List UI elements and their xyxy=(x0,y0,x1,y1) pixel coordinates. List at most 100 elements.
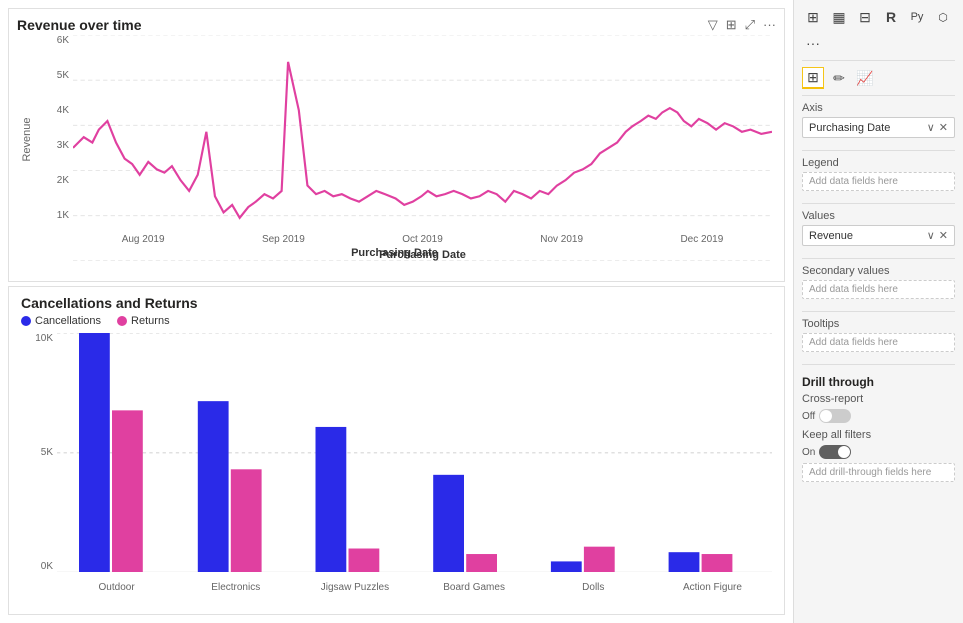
x-axis-label: Purchasing Date xyxy=(73,249,772,261)
y-axis-label: Revenue xyxy=(17,35,37,245)
more-tools-icon[interactable]: ··· xyxy=(802,32,824,54)
bar-chart-area: 10K 5K 0K xyxy=(21,333,772,592)
fields-tab-icon[interactable]: ⊞ xyxy=(802,67,824,89)
analytics-tab-icon[interactable]: 📈 xyxy=(854,67,876,89)
x-tick-aug: Aug 2019 xyxy=(122,234,165,245)
focus-icon[interactable]: ⊞ xyxy=(726,17,737,33)
cross-report-toggle-off-label: Off xyxy=(802,411,815,422)
x-axis: Aug 2019 Sep 2019 Oct 2019 Nov 2019 Dec … xyxy=(73,234,772,245)
cross-report-toggle-container: Off xyxy=(802,409,955,423)
y-tick-1k: 1K xyxy=(57,210,69,221)
toolbar-row2: ⊞ ✏ 📈 xyxy=(802,67,955,96)
values-section: Values Revenue ∨ ✕ xyxy=(802,210,955,246)
bar-x-electronics: Electronics xyxy=(176,582,295,593)
legend-label-returns: Returns xyxy=(131,315,170,327)
cross-report-row: Cross-report xyxy=(802,393,955,405)
secondary-values-section: Secondary values Add data fields here xyxy=(802,265,955,299)
bar-y-ticks: 10K 5K 0K xyxy=(21,333,57,592)
bar-x-outdoor: Outdoor xyxy=(57,582,176,593)
bar-x-jigsaw: Jigsaw Puzzles xyxy=(295,582,414,593)
axis-field-value: Purchasing Date xyxy=(809,122,890,134)
keep-filters-row: Keep all filters xyxy=(802,429,955,441)
keep-filters-toggle-on-label: On xyxy=(802,447,815,458)
legend-cancellations: Cancellations xyxy=(21,315,101,327)
y-tick-4k: 4K xyxy=(57,105,69,116)
bar-chart-panel: Cancellations and Returns Cancellations … xyxy=(8,286,785,615)
line-chart-inner: 6K 5K 4K 3K 2K 1K xyxy=(37,35,772,245)
tooltips-label: Tooltips xyxy=(802,318,955,330)
table-icon[interactable]: ▦ xyxy=(828,6,850,28)
axis-label: Axis xyxy=(802,102,955,114)
main-content: Revenue over time ▽ ⊞ ⤢ ··· Revenue 6K 5… xyxy=(0,0,793,623)
bar-x-dolls: Dolls xyxy=(534,582,653,593)
values-label: Values xyxy=(802,210,955,222)
drill-through-title: Drill through xyxy=(802,375,955,389)
bar-chart-svg xyxy=(57,333,772,572)
keep-filters-knob xyxy=(838,446,850,458)
axis-field-icons: ∨ ✕ xyxy=(927,121,948,134)
x-tick-dec: Dec 2019 xyxy=(680,234,723,245)
more-icon[interactable]: ··· xyxy=(763,17,776,33)
toolbar-row1: ⊞ ▦ ⊟ R Py ⬡ ··· xyxy=(802,6,955,61)
y-tick-3k: 3K xyxy=(57,140,69,151)
fields-icon[interactable]: ⊞ xyxy=(802,6,824,28)
legend-label: Legend xyxy=(802,157,955,169)
r-icon[interactable]: R xyxy=(880,6,902,28)
cross-report-toggle[interactable] xyxy=(819,409,851,423)
y-ticks: 6K 5K 4K 3K 2K 1K xyxy=(37,35,73,221)
legend-dot-returns xyxy=(117,316,127,326)
x-tick-sep: Sep 2019 xyxy=(262,234,305,245)
axis-field[interactable]: Purchasing Date ∨ ✕ xyxy=(802,117,955,138)
x-tick-nov: Nov 2019 xyxy=(540,234,583,245)
expand-icon[interactable]: ⤢ xyxy=(745,17,755,33)
chart-icon-row: ▽ ⊞ ⤢ ··· xyxy=(708,17,776,33)
drill-through-empty[interactable]: Add drill-through fields here xyxy=(802,463,955,482)
bar-x-actionfigure: Action Figure xyxy=(653,582,772,593)
keep-filters-toggle-container: On xyxy=(802,445,955,459)
cross-report-label: Cross-report xyxy=(802,393,863,405)
matrix-icon[interactable]: ⊟ xyxy=(854,6,876,28)
bar-chart-inner: Outdoor Electronics Jigsaw Puzzles Board… xyxy=(57,333,772,592)
y-tick-2k: 2K xyxy=(57,175,69,186)
values-field[interactable]: Revenue ∨ ✕ xyxy=(802,225,955,246)
axis-section: Axis Purchasing Date ∨ ✕ xyxy=(802,102,955,138)
py-icon[interactable]: Py xyxy=(906,6,928,28)
expand-field-icon[interactable]: ∨ xyxy=(927,121,935,134)
keep-filters-toggle[interactable] xyxy=(819,445,851,459)
keep-filters-label: Keep all filters xyxy=(802,429,871,441)
bar-x-axis: Outdoor Electronics Jigsaw Puzzles Board… xyxy=(57,577,772,597)
legend-label-cancellations: Cancellations xyxy=(35,315,101,327)
legend-section: Legend Add data fields here xyxy=(802,157,955,191)
remove-field-icon[interactable]: ✕ xyxy=(939,121,948,134)
remove-values-icon[interactable]: ✕ xyxy=(939,229,948,242)
secondary-values-empty[interactable]: Add data fields here xyxy=(802,280,955,299)
bar-y-tick-10k: 10K xyxy=(35,333,53,344)
line-chart-title: Revenue over time xyxy=(17,17,142,33)
values-field-icons: ∨ ✕ xyxy=(927,229,948,242)
format-tab-icon[interactable]: ✏ xyxy=(828,67,850,89)
right-panel: ⊞ ▦ ⊟ R Py ⬡ ··· ⊞ ✏ 📈 Axis Purchasing D… xyxy=(793,0,963,623)
tooltips-empty[interactable]: Add data fields here xyxy=(802,333,955,352)
cross-report-knob xyxy=(820,410,832,422)
ai-icon[interactable]: ⬡ xyxy=(932,6,954,28)
line-chart-panel: Revenue over time ▽ ⊞ ⤢ ··· Revenue 6K 5… xyxy=(8,8,785,282)
tooltips-section: Tooltips Add data fields here xyxy=(802,318,955,352)
bar-chart-title: Cancellations and Returns xyxy=(21,295,772,311)
secondary-values-label: Secondary values xyxy=(802,265,955,277)
legend-dot-cancellations xyxy=(21,316,31,326)
bar-x-boardgames: Board Games xyxy=(415,582,534,593)
legend-empty[interactable]: Add data fields here xyxy=(802,172,955,191)
x-tick-oct: Oct 2019 xyxy=(402,234,443,245)
y-tick-6k: 6K xyxy=(57,35,69,46)
y-tick-5k: 5K xyxy=(57,70,69,81)
filter-icon[interactable]: ▽ xyxy=(708,17,718,33)
line-chart-area: Revenue 6K 5K 4K 3K 2K 1K xyxy=(17,35,772,245)
values-field-value: Revenue xyxy=(809,230,853,242)
bar-y-tick-5k: 5K xyxy=(41,447,53,458)
line-chart-svg xyxy=(73,35,772,261)
expand-values-icon[interactable]: ∨ xyxy=(927,229,935,242)
legend-returns: Returns xyxy=(117,315,170,327)
drill-through-section: Drill through Cross-report Off Keep all … xyxy=(802,375,955,482)
legend-row: Cancellations Returns xyxy=(21,315,772,327)
bar-y-tick-0k: 0K xyxy=(41,561,53,572)
